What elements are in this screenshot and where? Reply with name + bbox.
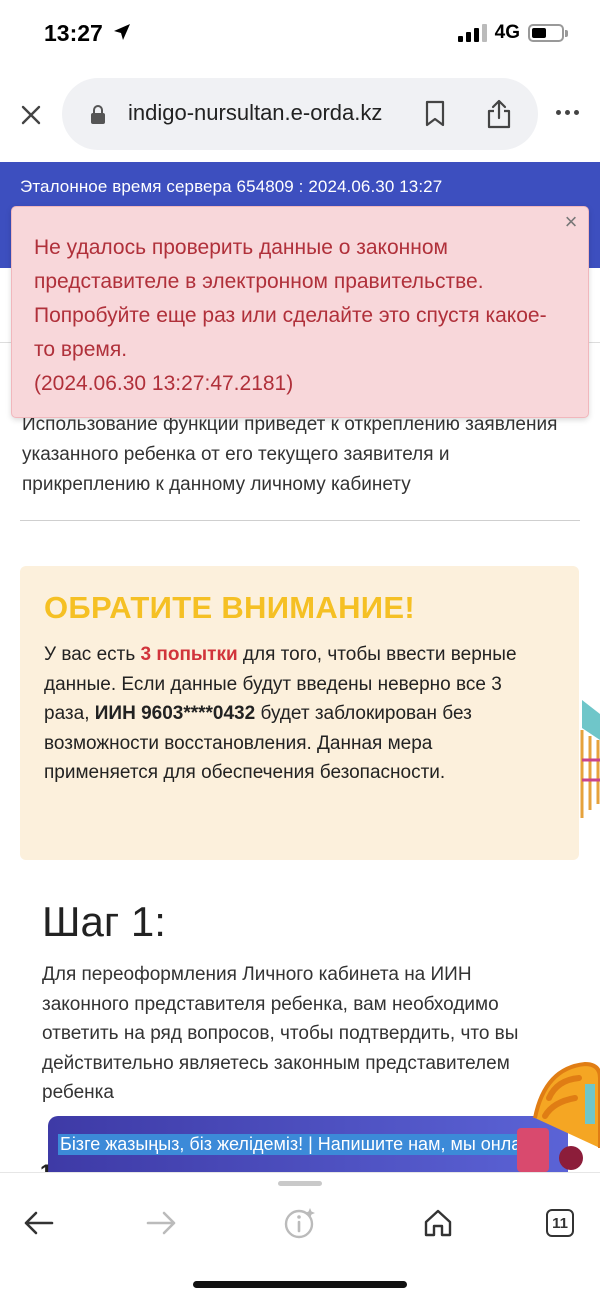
back-button[interactable] xyxy=(18,1203,58,1243)
server-time-text: Эталонное время сервера 654809 : 2024.06… xyxy=(20,177,443,196)
network-type: 4G xyxy=(494,22,520,43)
alert-timestamp: (2024.06.30 13:27:47.2181) xyxy=(34,372,294,395)
step-description: Для переоформления Личного кабинета на И… xyxy=(42,964,519,1103)
attention-text-part1: У вас есть xyxy=(44,644,141,665)
home-indicator[interactable] xyxy=(193,1281,407,1288)
error-alert: × Не удалось проверить данные о законном… xyxy=(11,206,589,418)
close-tab-button[interactable] xyxy=(16,100,46,130)
content-divider xyxy=(20,520,580,521)
status-bar: 13:27 4G xyxy=(0,0,600,70)
alert-message: Не удалось проверить данные о законном п… xyxy=(34,231,554,401)
tabs-icon: 11 xyxy=(546,1209,574,1237)
page-info-button[interactable] xyxy=(280,1203,320,1243)
browser-address-bar: indigo-nursultan.e-orda.kz xyxy=(0,70,600,162)
toolbar-grabber[interactable] xyxy=(278,1181,322,1186)
battery-icon xyxy=(528,24,568,42)
alert-message-text: Не удалось проверить данные о законном п… xyxy=(34,236,547,361)
bookmark-icon[interactable] xyxy=(424,100,446,128)
browser-toolbar: 11 xyxy=(0,1172,600,1297)
home-button[interactable] xyxy=(418,1203,458,1243)
slide-illustration-icon xyxy=(517,1061,600,1172)
share-icon[interactable] xyxy=(486,98,512,130)
attention-text: У вас есть 3 попытки для того, чтобы вве… xyxy=(44,640,544,788)
tabs-button[interactable]: 11 xyxy=(540,1203,580,1243)
back-icon xyxy=(24,1211,54,1235)
forward-button[interactable] xyxy=(142,1203,182,1243)
info-icon xyxy=(284,1208,315,1239)
status-time: 13:27 xyxy=(44,20,103,46)
attempts-count: 3 попытки xyxy=(140,644,238,665)
home-icon xyxy=(424,1209,452,1237)
status-indicators: 4G xyxy=(457,22,568,44)
chat-banner-text: Бізге жазыңыз, біз желідеміз! | Напишите… xyxy=(58,1134,549,1155)
forward-icon xyxy=(146,1211,176,1235)
cellular-signal-icon xyxy=(457,24,487,42)
location-arrow-icon xyxy=(114,24,130,40)
close-icon[interactable]: × xyxy=(562,211,580,233)
attention-box: ОБРАТИТЕ ВНИМАНИЕ! У вас есть 3 попытки … xyxy=(20,566,579,860)
more-icon[interactable] xyxy=(556,110,579,115)
intro-text: Использование функции приведет к открепл… xyxy=(22,414,558,495)
lock-icon xyxy=(91,105,105,124)
close-icon xyxy=(21,105,41,125)
chat-banner[interactable]: Бізге жазыңыз, біз желідеміз! | Напишите… xyxy=(48,1116,568,1176)
url-field[interactable]: indigo-nursultan.e-orda.kz xyxy=(62,78,538,150)
url-text: indigo-nursultan.e-orda.kz xyxy=(128,100,383,125)
step-title: Шаг 1: xyxy=(42,898,166,945)
attention-title: ОБРАТИТЕ ВНИМАНИЕ! xyxy=(44,590,415,625)
playground-illustration-icon xyxy=(580,700,600,818)
iin-masked: ИИН 9603****0432 xyxy=(94,703,256,724)
